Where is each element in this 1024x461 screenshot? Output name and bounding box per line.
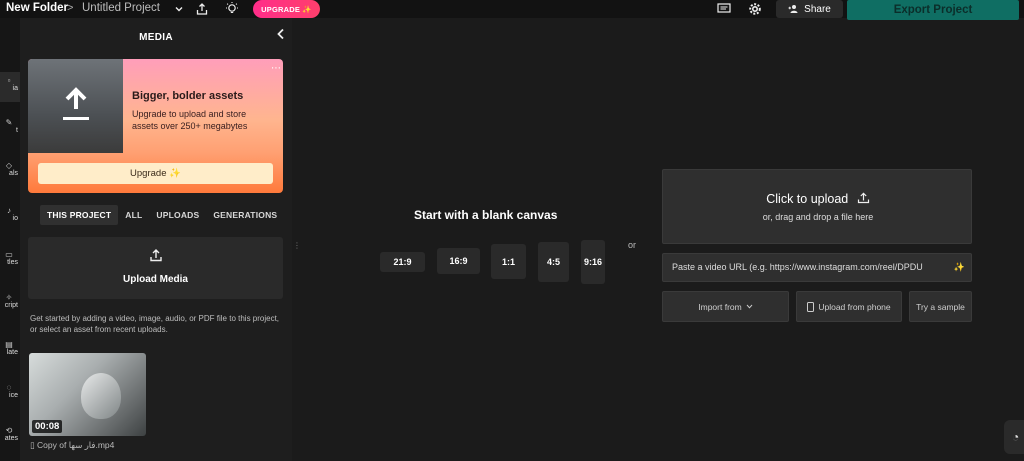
promo-image <box>28 59 123 153</box>
chat-help-icon[interactable]: ◔ <box>1004 420 1024 454</box>
promo-heading: Bigger, bolder assets <box>132 90 244 102</box>
rail-label: tles <box>7 259 18 266</box>
media-panel: MEDIA ⋯ Bigger, bolder assets Upgrade to… <box>20 18 292 461</box>
rail-item-visuals[interactable]: ◇ als <box>0 161 20 177</box>
rail-label: ates <box>4 435 18 442</box>
promo-upgrade-button[interactable]: Upgrade ✨ <box>38 163 273 184</box>
share-label: Share <box>804 3 831 15</box>
panel-resize-handle[interactable]: ⋮ <box>293 241 301 250</box>
share-button[interactable]: Share <box>776 0 843 18</box>
upload-icon <box>28 248 283 265</box>
comments-icon[interactable] <box>716 1 732 17</box>
rail-item-audio[interactable]: ♪ io <box>0 206 20 222</box>
media-tabs: THIS PROJECT ALL UPLOADS GENERATIONS <box>40 205 284 225</box>
sparkle-icon[interactable]: ✨ <box>954 254 965 281</box>
lightbulb-icon[interactable] <box>224 1 240 17</box>
upgrade-button[interactable]: UPGRADE ✨ <box>253 0 320 18</box>
help-text: Get started by adding a video, image, au… <box>30 314 280 334</box>
or-label: or <box>628 240 637 250</box>
audio-icon: ♪ <box>7 206 11 215</box>
upload-from-phone-label: Upload from phone <box>818 301 891 312</box>
panel-title: MEDIA <box>139 32 173 43</box>
import-from-label: Import from <box>698 301 742 312</box>
asset-name: ▯ Copy of فار سها.mp4 <box>30 440 114 451</box>
click-to-upload: Click to upload <box>663 192 973 206</box>
gear-icon[interactable] <box>747 1 763 17</box>
rail-label: cript <box>4 302 18 309</box>
rail-label: ice <box>9 392 18 399</box>
promo-menu-icon[interactable]: ⋯ <box>271 63 281 74</box>
rail-item-media[interactable]: ▫ ia <box>0 72 20 102</box>
rail-item-templates[interactable]: ⟲ ates <box>0 426 20 442</box>
ratio-9-16-button[interactable]: 9:16 <box>581 240 605 284</box>
upload-dropzone[interactable]: Click to upload or, drag and drop a file… <box>662 169 972 244</box>
ratio-21-9-button[interactable]: 21:9 <box>380 252 425 272</box>
project-name[interactable]: Untitled Project <box>82 2 160 14</box>
breadcrumb-separator: > <box>67 2 74 14</box>
tab-all[interactable]: ALL <box>118 205 149 225</box>
add-user-icon <box>788 5 798 13</box>
upload-from-phone-button[interactable]: Upload from phone <box>796 291 902 322</box>
templates-icon: ⟲ <box>5 426 13 435</box>
rail-label: late <box>6 349 18 356</box>
upload-icon <box>857 192 869 204</box>
tab-uploads[interactable]: UPLOADS <box>149 205 206 225</box>
translate-icon: ▤ <box>5 340 13 349</box>
thumbnail-image <box>81 373 121 419</box>
promo-body: Upgrade to upload and store assets over … <box>132 109 248 131</box>
rail-label: als <box>9 170 18 177</box>
ratio-1-1-button[interactable]: 1:1 <box>491 244 526 279</box>
try-sample-button[interactable]: Try a sample <box>909 291 972 322</box>
drag-drop-hint: or, drag and drop a file here <box>762 212 874 222</box>
voice-icon: ◌ <box>6 383 12 392</box>
export-project-button[interactable]: Export Project <box>847 0 1019 20</box>
script-icon: ✧ <box>5 293 13 302</box>
visuals-icon: ◇ <box>5 161 13 170</box>
text-icon: ✎ <box>5 118 13 127</box>
phone-icon <box>807 301 815 312</box>
click-to-upload-label: Click to upload <box>766 192 849 206</box>
share-out-icon[interactable] <box>194 1 210 17</box>
rail-item-script[interactable]: ✧ cript <box>0 293 20 309</box>
chevron-down-icon <box>746 304 753 309</box>
rail-item-voice[interactable]: ◌ ice <box>0 383 20 399</box>
blank-canvas-title: Start with a blank canvas <box>414 208 558 222</box>
import-from-button[interactable]: Import from <box>662 291 789 322</box>
rail-item-subtitles[interactable]: ▭ tles <box>0 250 20 266</box>
subtitles-icon: ▭ <box>5 250 13 259</box>
upload-arrow-icon <box>61 87 91 121</box>
upload-bar-icon <box>63 117 89 120</box>
asset-thumbnail[interactable]: 00:08 <box>29 353 146 436</box>
collapse-panel-icon[interactable] <box>276 27 286 43</box>
upload-media-label: Upload Media <box>122 274 188 285</box>
tab-this-project[interactable]: THIS PROJECT <box>40 205 119 225</box>
tab-generations[interactable]: GENERATIONS <box>206 205 284 225</box>
asset-name-label: Copy of فار سها.mp4 <box>37 440 115 450</box>
upload-media-button[interactable]: Upload Media <box>28 237 283 299</box>
ratio-4-5-button[interactable]: 4:5 <box>538 242 569 282</box>
top-bar: New Folder > Untitled Project UPGRADE ✨ … <box>0 0 1024 20</box>
rail-label: ia <box>12 85 18 92</box>
rail-item-translate[interactable]: ▤ late <box>0 340 20 356</box>
chevron-down-icon[interactable] <box>171 1 187 17</box>
tool-rail: ▫ ia ✎ t ◇ als ♪ io ▭ tles ✧ cript ▤ lat… <box>0 18 20 461</box>
rail-label: t <box>16 127 18 134</box>
upgrade-promo-card: ⋯ Bigger, bolder assets Upgrade to uploa… <box>28 59 283 193</box>
asset-duration: 00:08 <box>32 420 63 433</box>
breadcrumb-folder[interactable]: New Folder <box>6 2 68 14</box>
file-icon: ▯ <box>30 440 38 450</box>
ratio-16-9-button[interactable]: 16:9 <box>437 248 480 274</box>
video-url-placeholder: Paste a video URL (e.g. https://www.inst… <box>672 262 923 272</box>
media-icon: ▫ <box>7 76 11 85</box>
rail-item-text[interactable]: ✎ t <box>0 118 20 134</box>
rail-label: io <box>12 215 18 222</box>
video-url-input[interactable]: Paste a video URL (e.g. https://www.inst… <box>662 253 972 282</box>
